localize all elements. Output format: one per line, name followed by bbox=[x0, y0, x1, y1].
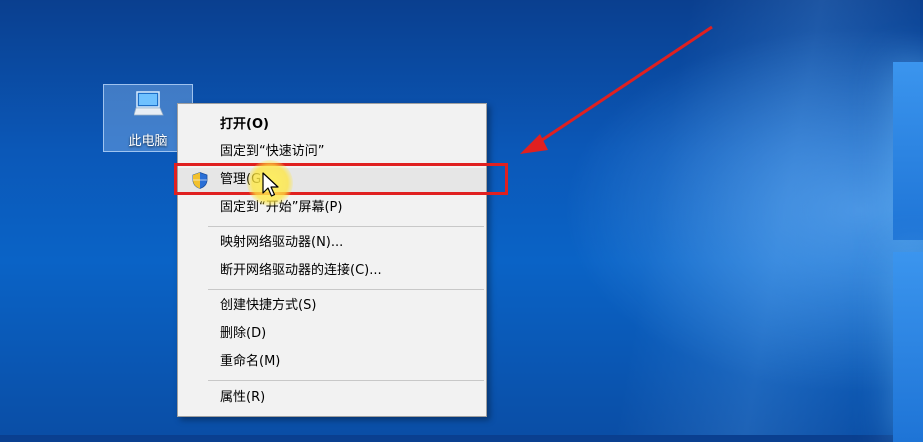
context-menu: 打开(O) 固定到“快速访问” 管理(G) 固定到“开始”屏幕(P) 映射网络驱… bbox=[177, 103, 487, 417]
windows-logo-pane-top bbox=[893, 62, 923, 240]
mouse-cursor-icon bbox=[262, 172, 279, 197]
menu-item-delete[interactable]: 删除(D) bbox=[178, 322, 486, 346]
menu-separator bbox=[208, 289, 484, 290]
menu-item-manage[interactable]: 管理(G) bbox=[178, 168, 486, 192]
menu-item-manage-label: 管理(G) bbox=[220, 172, 267, 187]
windows-logo-pane-bottom bbox=[893, 252, 923, 442]
menu-item-disconnect-network-drive[interactable]: 断开网络驱动器的连接(C)... bbox=[178, 259, 486, 283]
computer-icon bbox=[134, 91, 164, 116]
menu-item-pin-quick-access[interactable]: 固定到“快速访问” bbox=[178, 140, 486, 164]
menu-separator bbox=[208, 226, 484, 227]
menu-item-properties[interactable]: 属性(R) bbox=[178, 386, 486, 410]
menu-item-map-network-drive[interactable]: 映射网络驱动器(N)... bbox=[178, 231, 486, 255]
menu-item-create-shortcut[interactable]: 创建快捷方式(S) bbox=[178, 294, 486, 318]
shield-icon bbox=[192, 172, 208, 189]
desktop-light-beam bbox=[560, 0, 920, 435]
menu-item-pin-start[interactable]: 固定到“开始”屏幕(P) bbox=[178, 196, 486, 220]
menu-separator bbox=[208, 380, 484, 381]
menu-item-open[interactable]: 打开(O) bbox=[178, 113, 486, 137]
menu-item-rename[interactable]: 重命名(M) bbox=[178, 350, 486, 374]
